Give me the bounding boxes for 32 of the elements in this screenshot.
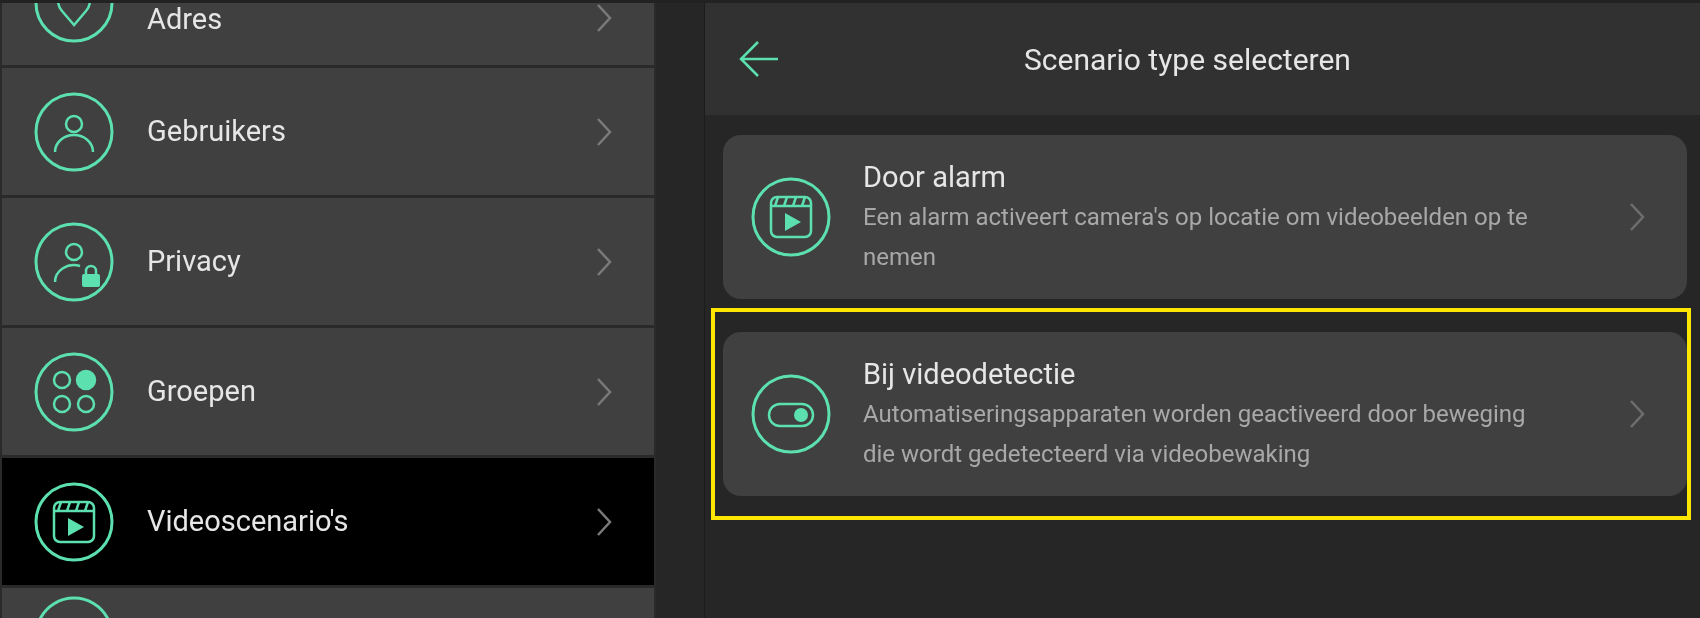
- option-card[interactable]: Door alarm Een alarm activeert camera's op locatie om videobeelden op te nemen: [723, 135, 1687, 299]
- menu-item[interactable]: Adres: [2, 3, 654, 65]
- option-card[interactable]: Bij videodetectie Automatiseringsapparaten worden geactiveerd door beweging die wordt gedetecteerd via videobewaking: [723, 332, 1687, 496]
- chevron-right-icon: [1629, 202, 1645, 232]
- location-pin-icon: [34, 3, 114, 43]
- menu-item-label: Groepen: [147, 372, 257, 410]
- back-arrow-icon: [738, 39, 780, 79]
- chevron-right-icon: [1629, 399, 1645, 429]
- toggle-icon: [751, 374, 831, 454]
- menu-item[interactable]: Videoscenario's: [2, 458, 654, 585]
- chevron-right-icon: [596, 3, 612, 33]
- menu-item[interactable]: Groepen: [2, 328, 654, 455]
- chevron-right-icon: [596, 376, 612, 407]
- chevron-right-icon: [596, 116, 612, 147]
- menu-item-label: Adres: [147, 3, 224, 35]
- user-lock-icon: [34, 221, 114, 302]
- menu-item-label: Privacy: [147, 242, 242, 280]
- option-title: Bij videodetectie: [863, 356, 1077, 393]
- menu-item-label: Gebruikers: [147, 112, 287, 150]
- option-title: Door alarm: [863, 159, 1007, 196]
- user-icon: [34, 91, 114, 172]
- chevron-right-icon: [596, 246, 612, 277]
- option-description: Een alarm activeert camera's op locatie om videobeelden op te nemen: [863, 202, 1529, 273]
- menu-item[interactable]: Gebruikers: [2, 68, 654, 195]
- menu-item[interactable]: Privacy: [2, 198, 654, 325]
- menu-item-label: Videoscenario's: [147, 502, 350, 540]
- option-description: Automatiseringsapparaten worden geactiveerd door beweging die wordt gedetecteerd via videobewaking: [863, 399, 1527, 470]
- video-clip-icon: [34, 481, 114, 562]
- circles-icon: [34, 351, 114, 432]
- page-title: Scenario type selecteren: [1023, 40, 1352, 79]
- chevron-right-icon: [596, 506, 612, 537]
- video-clip-icon: [751, 177, 831, 257]
